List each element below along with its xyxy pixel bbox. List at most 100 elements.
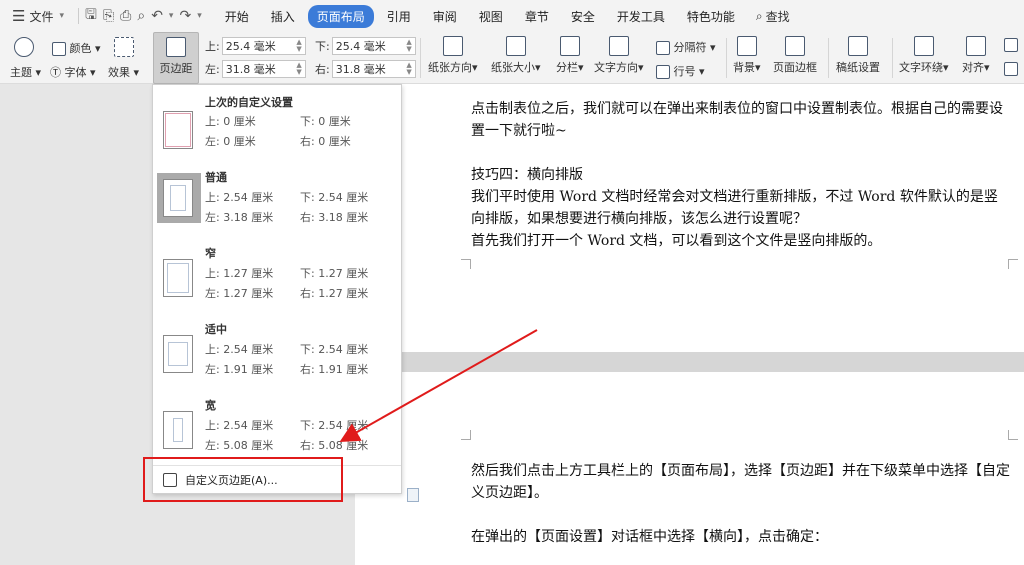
tab-page-layout[interactable]: 页面布局 (307, 4, 374, 28)
document-page[interactable]: 点击制表位之后，我们就可以在弹出来制表位的窗口中设置制表位。根据自己的需要设置一… (355, 84, 1024, 352)
customize-toolbar-icon[interactable]: ▾ (197, 11, 202, 21)
theme-label: 主题 (10, 66, 32, 79)
margin-preset-moderate[interactable]: 适中 上: 2.54 厘米 下: 2.54 厘米 左: 1.91 厘米 右: 1.9… (153, 317, 401, 389)
font-button[interactable]: Ⓣ 字体 ▾ (50, 64, 96, 80)
effect-button[interactable]: 效果 ▾ (108, 64, 139, 80)
page-thumbnail-icon (163, 335, 193, 373)
align-button[interactable]: 对齐▾ (962, 36, 990, 75)
text-wrap-button[interactable]: 文字环绕▾ (899, 36, 949, 75)
right-margin-label: 右: (315, 63, 330, 76)
paragraph: 点击制表位之后，我们就可以在弹出来制表位的窗口中设置制表位。根据自己的需要设置一… (471, 101, 1003, 139)
paragraph: 首先我们打开一个 Word 文档，可以看到这个文件是竖向排版的。 (471, 233, 882, 249)
break-icon (656, 41, 670, 55)
color-label: 颜色 (69, 42, 92, 55)
margin-icon (166, 37, 186, 57)
tab-home[interactable]: 开始 (216, 5, 258, 28)
preset-left: 左: 0 厘米 (205, 135, 256, 148)
file-menu[interactable]: ☰ 文件 ▾ (0, 0, 72, 32)
paragraph (471, 504, 1011, 526)
color-button[interactable]: 颜色 ▾ (52, 40, 101, 56)
document-text[interactable]: 然后我们点击上方工具栏上的【页面布局】，选择【页边距】并在下级菜单中选择【自定义… (471, 460, 1011, 548)
theme-button[interactable]: 主题 ▾ (10, 64, 41, 80)
redo-icon[interactable]: ↷ (179, 8, 191, 24)
background-icon (736, 36, 757, 56)
tab-insert[interactable]: 插入 (262, 5, 304, 28)
line-number-label: 行号 (673, 65, 696, 78)
format-painter-icon[interactable]: ⎘ (103, 8, 114, 24)
spinner-icon[interactable]: ▲ ▼ (406, 39, 411, 53)
print-icon[interactable]: ⎙ (120, 8, 131, 24)
quick-access-toolbar: 🖫 ⎘ ⎙ ⌕ ↶ ▾ ↷ ▾ (78, 4, 202, 28)
tab-review[interactable]: 审阅 (424, 5, 466, 28)
preset-right: 右: 1.27 厘米 (300, 287, 369, 300)
crop-mark (461, 259, 471, 269)
preset-bottom: 下: 2.54 厘米 (300, 419, 369, 432)
crop-mark (1008, 259, 1018, 269)
spinner-icon[interactable]: ▲ ▼ (406, 62, 411, 76)
align-icon (965, 36, 986, 56)
margin-preset-narrow[interactable]: 窄 上: 1.27 厘米 下: 1.27 厘米 左: 1.27 厘米 右: 1.27… (153, 241, 401, 313)
orientation-label: 纸张方向 (428, 61, 472, 74)
page-thumbnail-icon (163, 259, 193, 297)
ribbon-tabs: 开始 插入 页面布局 引用 审阅 视图 章节 安全 开发工具 特色功能 (216, 4, 748, 28)
right-margin-field: 右: 31.8 毫米 ▲ ▼ (315, 60, 416, 78)
preset-name: 上次的自定义设置 (205, 96, 293, 109)
page-border-icon (785, 36, 805, 56)
break-label: 分隔符 (673, 41, 707, 54)
group-icon[interactable] (1004, 38, 1018, 55)
margin-preset-wide[interactable]: 宽 上: 2.54 厘米 下: 2.54 厘米 左: 5.08 厘米 右: 5.08… (153, 393, 401, 465)
theme-palette-icon[interactable] (14, 37, 34, 60)
orientation-button[interactable]: 纸张方向▾ (428, 36, 478, 75)
align-label: 对齐 (962, 61, 984, 74)
text-wrap-icon (913, 36, 934, 56)
tab-developer[interactable]: 开发工具 (608, 5, 674, 28)
background-label: 背景 (733, 61, 755, 74)
print-preview-icon[interactable]: ⌕ (137, 8, 145, 24)
document-text[interactable]: 点击制表位之后，我们就可以在弹出来制表位的窗口中设置制表位。根据自己的需要设置一… (471, 98, 1011, 252)
manuscript-button[interactable]: 稿纸设置 (836, 36, 880, 75)
text-direction-button[interactable]: 文字方向▾ (594, 36, 644, 75)
search-label: 查找 (765, 9, 790, 24)
document-page[interactable]: 然后我们点击上方工具栏上的【页面布局】，选择【页边距】并在下级菜单中选择【自定义… (355, 372, 1024, 565)
text-direction-icon (608, 36, 629, 56)
tab-features[interactable]: 特色功能 (678, 5, 744, 28)
paragraph: 然后我们点击上方工具栏上的【页面布局】，选择【页边距】并在下级菜单中选择【自定义… (471, 463, 1010, 501)
crop-mark (461, 430, 471, 440)
effect-icon[interactable] (114, 37, 134, 60)
preset-left: 左: 5.08 厘米 (205, 439, 274, 452)
margin-button[interactable]: 页边距 (153, 32, 199, 84)
bottom-margin-input[interactable]: 25.4 毫米 ▲ ▼ (331, 37, 416, 55)
tab-references[interactable]: 引用 (378, 5, 420, 28)
crop-mark (1008, 430, 1018, 440)
search-button[interactable]: ⌕ 查找 (756, 8, 790, 25)
break-button[interactable]: 分隔符 ▾ (656, 39, 716, 55)
top-margin-label: 上: (205, 40, 220, 53)
preset-bottom: 下: 2.54 厘米 (300, 343, 369, 356)
background-button[interactable]: 背景▾ (733, 36, 761, 75)
line-number-button[interactable]: 行号 ▾ (656, 63, 705, 79)
top-margin-input[interactable]: 25.4 毫米 ▲ ▼ (221, 37, 306, 55)
margin-preset-normal[interactable]: 普通 上: 2.54 厘米 下: 2.54 厘米 左: 3.18 厘米 右: 3.1… (153, 165, 401, 237)
spinner-icon[interactable]: ▲ ▼ (296, 62, 301, 76)
spinner-icon[interactable]: ▲ ▼ (296, 39, 301, 53)
preset-bottom: 下: 0 厘米 (300, 115, 351, 128)
preset-top: 上: 2.54 厘米 (205, 419, 274, 432)
page-border-button[interactable]: 页面边框 (773, 36, 817, 75)
paragraph-marker-icon[interactable] (407, 488, 419, 502)
undo-dropdown-icon[interactable]: ▾ (169, 11, 174, 21)
save-icon[interactable]: 🖫 (85, 4, 97, 28)
top-margin-field: 上: 25.4 毫米 ▲ ▼ (205, 37, 306, 55)
tab-chapter[interactable]: 章节 (516, 5, 558, 28)
right-margin-input[interactable]: 31.8 毫米 ▲ ▼ (331, 60, 416, 78)
undo-icon[interactable]: ↶ (151, 8, 163, 24)
tab-security[interactable]: 安全 (562, 5, 604, 28)
rotate-icon[interactable] (1004, 62, 1018, 79)
columns-button[interactable]: 分栏▾ (556, 36, 584, 75)
tab-view[interactable]: 视图 (470, 5, 512, 28)
left-margin-input[interactable]: 31.8 毫米 ▲ ▼ (221, 60, 306, 78)
bottom-margin-field: 下: 25.4 毫米 ▲ ▼ (315, 37, 416, 55)
left-margin-label: 左: (205, 63, 220, 76)
preset-left: 左: 3.18 厘米 (205, 211, 274, 224)
paper-size-button[interactable]: 纸张大小▾ (491, 36, 541, 75)
margin-preset-last-custom[interactable]: 上次的自定义设置 上: 0 厘米 下: 0 厘米 左: 0 厘米 右: 0 厘米 (153, 89, 401, 161)
